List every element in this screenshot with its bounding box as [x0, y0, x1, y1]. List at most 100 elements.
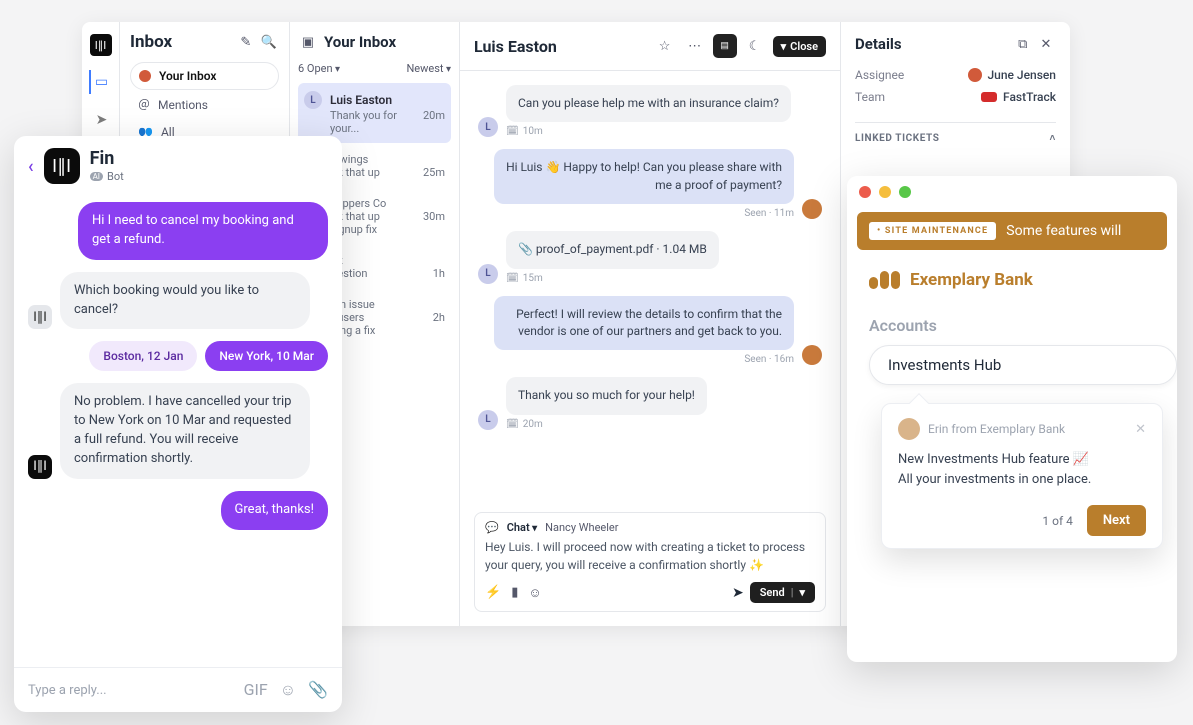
chat-body: L Can you please help me with an insuran… — [460, 71, 840, 512]
fin-body: Hi I need to cancel my booking and get a… — [14, 196, 342, 667]
more-icon[interactable]: ⋯ — [683, 34, 707, 58]
snooze-icon[interactable]: ▤ — [713, 34, 737, 58]
tour-body: New Investments Hub feature 📈 All your i… — [898, 450, 1146, 489]
close-window-icon[interactable] — [859, 186, 871, 198]
calendar-icon: 🗓 — [506, 126, 519, 137]
chevron-up-icon: ˄ — [1050, 133, 1056, 144]
avatar-icon — [802, 199, 822, 219]
conversation-time: 25m — [423, 166, 445, 179]
minimize-window-icon[interactable] — [879, 186, 891, 198]
chat-panel: Luis Easton ☆ ⋯ ▤ ☾ ▾ Close L Can you pl… — [460, 22, 840, 626]
fin-subtitle: Bot — [107, 170, 124, 183]
channel-selector[interactable]: Chat — [507, 521, 537, 534]
emoji-icon[interactable]: ☺ — [528, 585, 541, 601]
tour-line1: New Investments Hub feature 📈 — [898, 450, 1146, 470]
sort-filter[interactable]: Newest — [406, 62, 451, 75]
accounts-heading: Accounts — [847, 294, 1177, 345]
section-label: LINKED TICKETS — [855, 133, 940, 144]
compose-icon[interactable]: ✎ — [236, 32, 256, 52]
popout-icon[interactable]: ⧉ — [1013, 34, 1033, 54]
close-icon[interactable]: ✕ — [1036, 34, 1056, 54]
conversation-name: Luis Easton — [330, 93, 392, 107]
folder-label: Your Inbox — [159, 69, 216, 83]
folder-label: Mentions — [158, 98, 208, 112]
tour-next-button[interactable]: Next — [1087, 505, 1146, 536]
chip-newyork[interactable]: New York, 10 Mar — [205, 341, 328, 371]
tour-step-count: 1 of 4 — [1042, 514, 1072, 528]
mentions-icon: ＠ — [138, 96, 150, 113]
fin-composer[interactable]: Type a reply... GIF ☺ 📎 — [14, 667, 342, 712]
bot-avatar-icon: I∥I — [28, 455, 52, 479]
bank-panel: • SITE MAINTENANCE Some features will Ex… — [847, 176, 1177, 662]
tour-from: Erin from Exemplary Bank — [928, 422, 1065, 436]
team-value[interactable]: FastTrack — [1003, 90, 1056, 104]
panel-icon[interactable]: ▣ — [298, 32, 318, 52]
nav-send-icon[interactable]: ➤ — [89, 108, 113, 132]
search-icon[interactable]: 🔍 — [259, 32, 279, 52]
composer-author: Nancy Wheeler — [545, 521, 618, 534]
message-seen: Seen · 11m — [494, 208, 794, 219]
close-button[interactable]: ▾ Close — [773, 36, 826, 57]
fin-title: Fin — [90, 150, 124, 168]
calendar-icon: 🗓 — [506, 419, 519, 430]
message-time: 20m — [523, 419, 543, 430]
bolt-icon[interactable]: ⚡ — [485, 585, 501, 601]
star-icon[interactable]: ☆ — [653, 34, 677, 58]
open-filter[interactable]: 6 Open — [298, 62, 340, 75]
fin-header: ‹ I∥I Fin AIBot — [14, 136, 342, 196]
folder-your-inbox[interactable]: Your Inbox — [130, 62, 279, 90]
close-label: Close — [790, 40, 818, 53]
user-message: Great, thanks! — [221, 491, 328, 530]
tour-avatar-icon — [898, 418, 920, 440]
emoji-icon[interactable]: ☺ — [280, 680, 296, 700]
chip-boston[interactable]: Boston, 12 Jan — [89, 341, 197, 371]
send-button[interactable]: Send | ▾ — [750, 582, 815, 603]
brand-row: Exemplary Bank — [847, 264, 1177, 294]
attachment-icon: 📎 — [518, 242, 536, 256]
assignee-label: Assignee — [855, 68, 904, 82]
message-time: 15m — [523, 273, 543, 284]
bookmark-icon[interactable]: ▮ — [511, 585, 518, 601]
brand-logo-icon — [869, 271, 900, 289]
conversation-item[interactable]: L Luis Easton Thank you for your... 20m — [298, 83, 451, 143]
chat-header: Luis Easton ☆ ⋯ ▤ ☾ ▾ Close — [460, 22, 840, 71]
fin-chat-panel: ‹ I∥I Fin AIBot Hi I need to cancel my b… — [14, 136, 342, 712]
banner-pill: SITE MAINTENANCE — [885, 226, 988, 236]
tour-line2: All your investments in one place. — [898, 470, 1146, 490]
send-arrow-icon[interactable]: ➤ — [732, 585, 744, 601]
send-label: Send — [760, 586, 785, 599]
attachment-icon[interactable]: 📎 — [308, 680, 328, 700]
gif-icon[interactable]: GIF — [244, 680, 268, 700]
moon-icon[interactable]: ☾ — [743, 34, 767, 58]
maximize-window-icon[interactable] — [899, 186, 911, 198]
close-x-icon: ▾ — [781, 40, 787, 53]
message-bubble: Thank you so much for your help! — [506, 377, 707, 414]
tour-close-icon[interactable]: ✕ — [1135, 422, 1146, 437]
conversation-time: 1h — [433, 267, 445, 280]
avatar-icon: L — [478, 410, 498, 430]
composer-draft[interactable]: Hey Luis. I will proceed now with creati… — [485, 538, 815, 574]
assignee-value[interactable]: June Jensen — [988, 68, 1057, 82]
pointer-icon — [909, 393, 929, 413]
banner-text: Some features will — [1006, 223, 1121, 239]
folder-mentions[interactable]: ＠ Mentions — [130, 90, 279, 119]
team-icon — [981, 92, 997, 102]
bot-avatar-icon: I∥I — [28, 305, 52, 329]
window-controls — [847, 176, 1177, 208]
nav-inbox-icon[interactable]: ▭ — [89, 70, 113, 94]
conversation-list-title: Your Inbox — [324, 33, 396, 51]
chevron-down-icon[interactable]: ▾ — [799, 586, 805, 599]
bot-message: No problem. I have cancelled your trip t… — [60, 383, 310, 478]
avatar-icon: L — [478, 117, 498, 137]
quick-reply-chips: Boston, 12 Jan New York, 10 Mar — [28, 341, 328, 371]
investments-hub-pill[interactable]: Investments Hub — [869, 345, 1177, 385]
message-bubble: Can you please help me with an insurance… — [506, 85, 791, 122]
back-icon[interactable]: ‹ — [28, 156, 34, 177]
linked-tickets-section[interactable]: LINKED TICKETS ˄ — [855, 122, 1056, 144]
attachment-bubble[interactable]: 📎 proof_of_payment.pdf · 1.04 MB — [506, 231, 719, 268]
message-seen: Seen · 16m — [494, 354, 794, 365]
chat-icon: 💬 — [485, 521, 499, 534]
conversation-time: 20m — [423, 109, 445, 135]
assignee-avatar-icon — [968, 68, 982, 82]
details-title: Details — [855, 35, 902, 53]
